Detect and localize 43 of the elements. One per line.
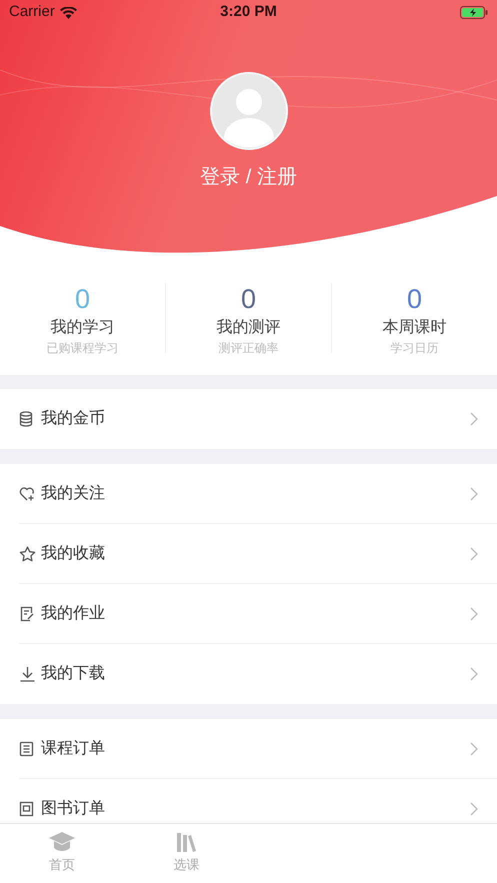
stat-value: 0: [74, 283, 90, 315]
stat-caption: 学习日历: [390, 340, 438, 357]
menu-item[interactable]: 课程订单: [19, 719, 497, 779]
menu-item-label: 图书订单: [41, 798, 106, 819]
chevron-right-icon: [470, 412, 478, 426]
menu-item-label: 我的下载: [41, 664, 106, 684]
stat-label[interactable]: 我的学习: [50, 317, 114, 339]
stat-label[interactable]: 我的测评: [216, 317, 280, 339]
menu-item[interactable]: 我的下载: [19, 644, 497, 704]
list-icon: [19, 740, 34, 756]
chevron-right-icon: [470, 606, 478, 620]
battery-charging-icon: [460, 6, 488, 19]
menu-item-label: 我的关注: [41, 484, 106, 504]
clock-time: 3:20 PM: [220, 2, 277, 22]
chevron-right-icon: [470, 546, 478, 560]
avatar[interactable]: [210, 72, 288, 150]
carrier-label: Carrier: [9, 2, 55, 22]
stat-value: 0: [406, 283, 422, 315]
edit-note-icon: [19, 606, 35, 622]
menu-item-label: 我的金币: [41, 408, 106, 429]
menu-item[interactable]: 我的作业: [19, 584, 497, 644]
stat-value: 0: [240, 283, 256, 315]
menu-item[interactable]: 我的金币: [19, 389, 497, 449]
chevron-right-icon: [470, 667, 478, 681]
coins-icon: [19, 411, 33, 427]
heart-plus-icon: [19, 486, 36, 502]
stat-caption: 已购课程学习: [46, 340, 118, 357]
stat-label[interactable]: 本周课时: [382, 317, 446, 339]
graduation-cap-icon: [48, 831, 76, 853]
menu-item[interactable]: 图书订单: [19, 779, 497, 823]
wifi-icon: [60, 6, 77, 18]
menu-item[interactable]: 我的收藏: [19, 524, 497, 584]
chevron-right-icon: [470, 486, 478, 500]
star-icon: [19, 546, 36, 562]
chevron-right-icon: [470, 742, 478, 756]
chevron-right-icon: [470, 802, 478, 816]
download-icon: [19, 666, 36, 682]
books-icon: [175, 831, 198, 853]
menu-item-label: 课程订单: [41, 738, 106, 758]
menu-item-label: 我的收藏: [41, 544, 106, 564]
menu-item[interactable]: 我的关注: [19, 464, 497, 524]
menu-item-label: 我的作业: [41, 604, 106, 624]
stat-caption: 测评正确率: [218, 340, 278, 357]
